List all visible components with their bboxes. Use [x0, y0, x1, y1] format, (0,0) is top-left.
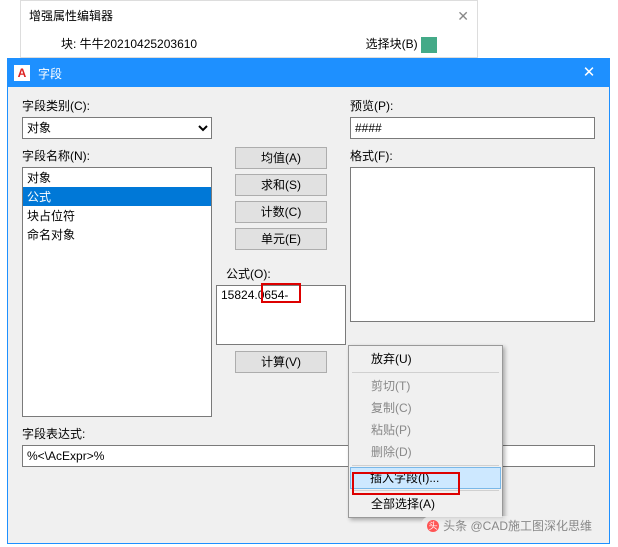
list-item[interactable]: 对象: [23, 168, 211, 187]
menu-undo[interactable]: 放弃(U): [351, 348, 500, 370]
expression-label: 字段表达式:: [22, 425, 595, 442]
list-item[interactable]: 命名对象: [23, 225, 211, 244]
calculate-button[interactable]: 计算(V): [235, 351, 327, 373]
menu-separator: [352, 372, 499, 373]
attribute-editor-title: 增强属性编辑器: [29, 1, 113, 31]
formula-input[interactable]: 15824.0654-: [216, 285, 346, 345]
field-dialog-title: 字段: [38, 65, 569, 82]
menu-separator: [352, 490, 499, 491]
menu-cut[interactable]: 剪切(T): [351, 375, 500, 397]
count-button[interactable]: 计数(C): [235, 201, 327, 223]
watermark-text: 头条 @CAD施工图深化思维: [443, 517, 592, 534]
list-item[interactable]: 块占位符: [23, 206, 211, 225]
menu-separator: [352, 465, 499, 466]
highlight-box-icon: [261, 283, 301, 303]
menu-copy[interactable]: 复制(C): [351, 397, 500, 419]
menu-paste[interactable]: 粘贴(P): [351, 419, 500, 441]
preview-label: 预览(P):: [350, 97, 595, 114]
field-name-listbox[interactable]: 对象 公式 块占位符 命名对象: [22, 167, 212, 417]
formula-label: 公式(O):: [226, 265, 271, 282]
close-button[interactable]: ✕: [569, 59, 609, 87]
watermark: 头 头条 @CAD施工图深化思维: [421, 516, 598, 535]
expression-field: %<\AcExpr>%: [22, 445, 595, 467]
list-item[interactable]: 公式: [23, 187, 211, 206]
format-label: 格式(F):: [350, 147, 595, 164]
menu-select-all[interactable]: 全部选择(A): [351, 493, 500, 515]
field-category-label: 字段类别(C):: [22, 97, 212, 114]
field-name-label: 字段名称(N):: [22, 147, 212, 164]
field-category-select[interactable]: 对象: [22, 117, 212, 139]
average-button[interactable]: 均值(A): [235, 147, 327, 169]
watermark-icon: 头: [427, 520, 439, 532]
field-dialog: A 字段 ✕ 字段类别(C): 对象 字段名称(N): 对象 公式 块占位符 命…: [7, 58, 610, 544]
context-menu: 放弃(U) 剪切(T) 复制(C) 粘贴(P) 删除(D) 插入字段(I)...…: [348, 345, 503, 518]
block-name-label: 块: 牛牛20210425203610: [61, 31, 197, 57]
format-listbox[interactable]: [350, 167, 595, 322]
app-logo-icon: A: [14, 65, 30, 81]
cell-button[interactable]: 单元(E): [235, 228, 327, 250]
field-dialog-titlebar: A 字段 ✕: [8, 59, 609, 87]
attribute-editor-window: 增强属性编辑器 ✕ 块: 牛牛20210425203610 选择块(B): [20, 0, 478, 58]
select-block-label: 选择块(B): [366, 37, 418, 51]
close-icon[interactable]: ✕: [457, 1, 469, 31]
menu-insert-field[interactable]: 插入字段(I)...: [350, 467, 501, 489]
sum-button[interactable]: 求和(S): [235, 174, 327, 196]
attribute-editor-titlebar: 增强属性编辑器 ✕: [21, 1, 477, 31]
select-block-icon[interactable]: [421, 37, 437, 53]
preview-field: ####: [350, 117, 595, 139]
menu-delete[interactable]: 删除(D): [351, 441, 500, 463]
